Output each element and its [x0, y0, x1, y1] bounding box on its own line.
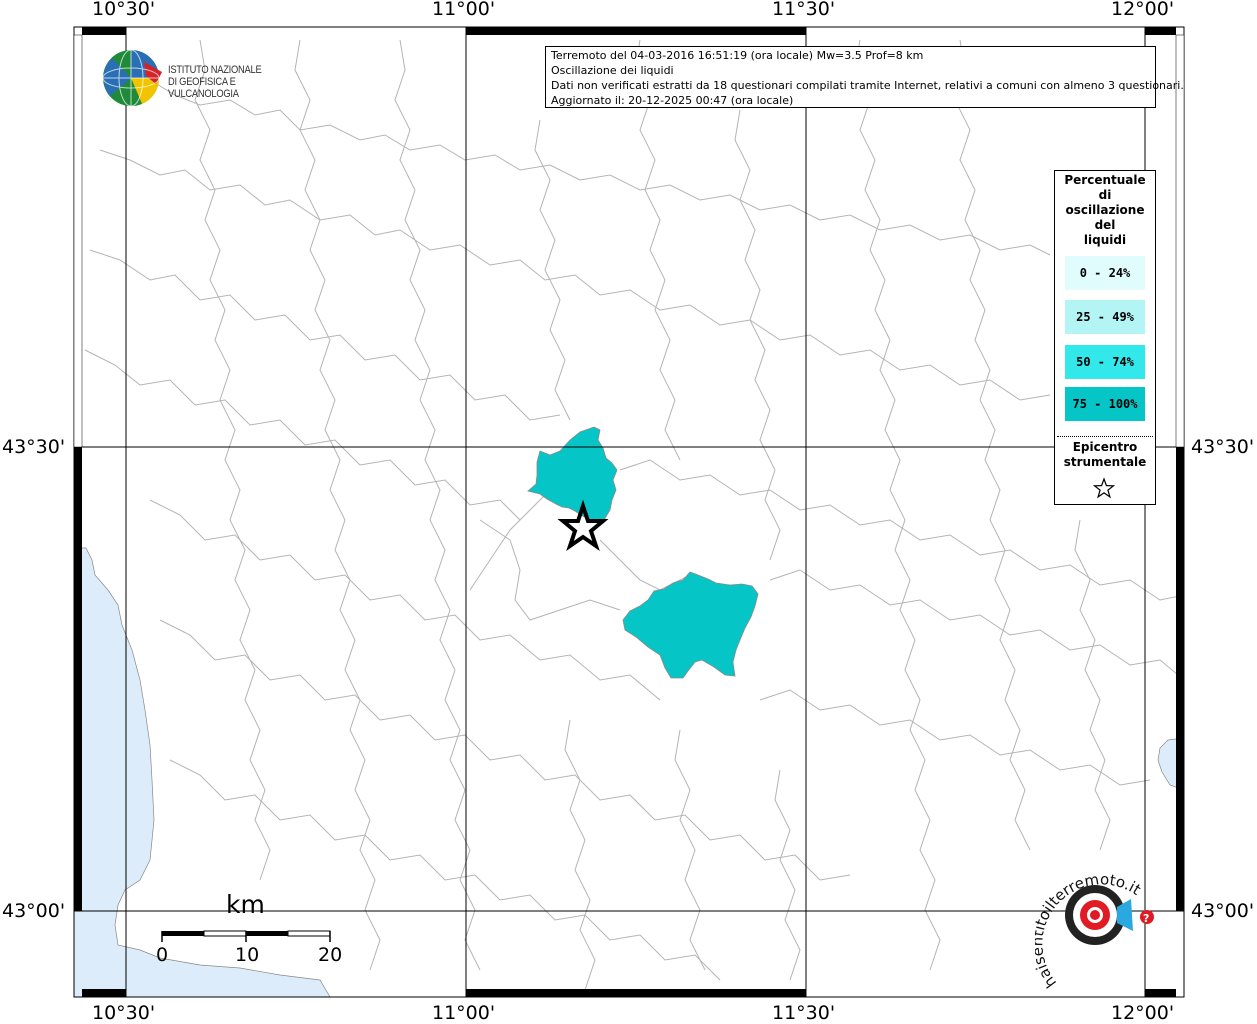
hsit-logo: haisentitoilterremoto.it ?: [1028, 865, 1165, 1000]
lat-label-right-2: 43°00': [1191, 900, 1255, 922]
scale-tick-20: 20: [318, 944, 343, 966]
lon-label-bottom-1: 10°30': [92, 1002, 156, 1024]
data-note: Dati non verificati estratti da 18 quest…: [551, 79, 1184, 92]
legend-title: Percentuale di oscillazione del liquidi: [1055, 173, 1155, 248]
ingv-globe-icon: [102, 49, 162, 107]
svg-text:?: ?: [1143, 912, 1149, 925]
legend-separator: [1057, 436, 1153, 437]
lon-label-bottom-3: 11°30': [772, 1002, 836, 1024]
ingv-line-2: DI GEOFISICA E VULCANOLOGIA: [168, 76, 239, 100]
legend-swatch-0-24: 0 - 24%: [1065, 256, 1145, 290]
lon-label-bottom-2: 11°00': [432, 1002, 496, 1024]
ingv-line-1: ISTITUTO NAZIONALE: [168, 64, 262, 76]
legend-swatch-50-74: 50 - 74%: [1065, 345, 1145, 379]
lon-label-top-3: 11°30': [772, 0, 836, 20]
legend: Percentuale di oscillazione del liquidi …: [1054, 170, 1156, 505]
ingv-logo-text: ISTITUTO NAZIONALE DI GEOFISICA E VULCAN…: [168, 64, 299, 100]
map-subject: Oscillazione dei liquidi: [551, 64, 674, 77]
epicenter-label-line-2: strumentale: [1063, 455, 1147, 469]
legend-label-50-74: 50 - 74%: [1076, 355, 1134, 369]
ingv-logo: ISTITUTO NAZIONALE DI GEOFISICA E VULCAN…: [102, 48, 322, 108]
update-time: Aggiornato il: 20-12-2025 00:47 (ora loc…: [551, 94, 794, 107]
legend-title-line-2: di: [1098, 188, 1112, 202]
scale-tick-0: 0: [156, 944, 169, 966]
event-info-box: Terremoto del 04-03-2016 16:51:19 (ora l…: [545, 46, 1184, 108]
legend-title-line-3: oscillazione: [1065, 203, 1145, 217]
legend-star-icon: [1093, 477, 1115, 499]
event-title: Terremoto del 04-03-2016 16:51:19 (ora l…: [551, 49, 924, 62]
legend-epicenter-label: Epicentro strumentale: [1055, 440, 1155, 470]
lon-label-top-4: 12°00': [1111, 0, 1175, 20]
legend-title-line-1: Percentuale: [1064, 173, 1146, 187]
legend-title-line-4: del: [1094, 218, 1116, 232]
map-frame-background: [74, 27, 1184, 997]
legend-label-25-49: 25 - 49%: [1076, 310, 1134, 324]
lat-label-right-1: 43°30': [1191, 436, 1255, 458]
legend-label-75-100: 75 - 100%: [1072, 397, 1138, 411]
scale-bar: km 0 10 20: [150, 890, 350, 970]
lon-label-top-1: 10°30': [92, 0, 156, 20]
scale-tick-10: 10: [235, 944, 260, 966]
hsit-logo-icon: haisentitoilterremoto.it ?: [1028, 870, 1154, 991]
lat-label-left-1: 43°30': [2, 436, 66, 458]
legend-swatch-75-100: 75 - 100%: [1065, 387, 1145, 421]
scale-unit: km: [226, 890, 265, 919]
lon-label-bottom-4: 12°00': [1111, 1002, 1175, 1024]
lat-label-left-2: 43°00': [2, 900, 66, 922]
lon-label-top-2: 11°00': [432, 0, 496, 20]
legend-label-0-24: 0 - 24%: [1079, 266, 1131, 280]
legend-swatch-25-49: 25 - 49%: [1065, 300, 1145, 334]
legend-title-line-5: liquidi: [1083, 233, 1127, 247]
epicenter-label-line-1: Epicentro: [1072, 440, 1138, 454]
